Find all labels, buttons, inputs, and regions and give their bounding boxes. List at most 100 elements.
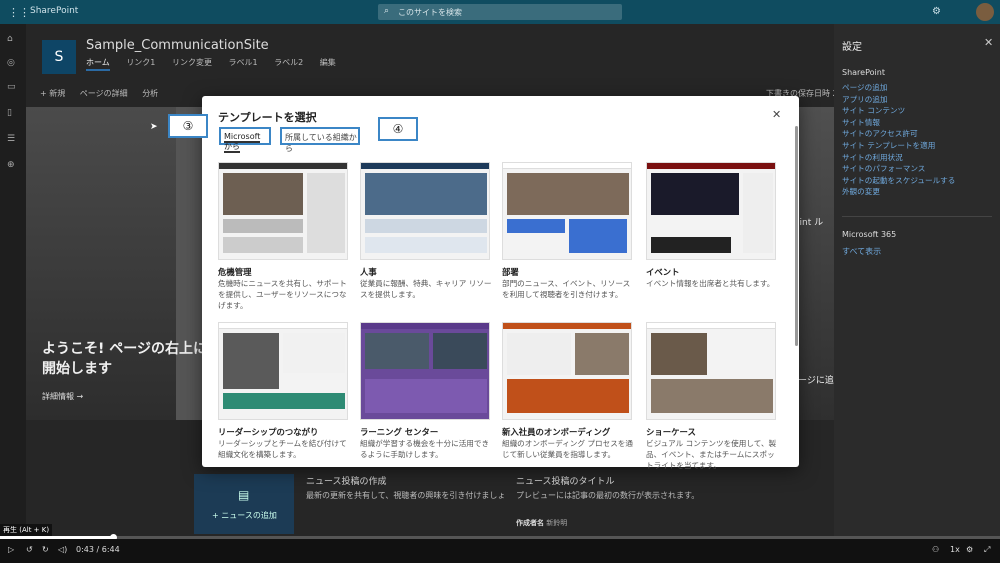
- news-item-title[interactable]: ニュース投稿のタイトル: [516, 474, 615, 487]
- dialog-title: テンプレートを選択: [218, 111, 317, 124]
- speed-label[interactable]: 1x: [950, 545, 960, 554]
- news-item-desc: 最新の更新を共有して、視聴者の興味を引き付けましょ...: [306, 491, 506, 500]
- page-details-button[interactable]: ページの詳細: [80, 89, 128, 98]
- template-thumbnail: [502, 162, 632, 260]
- settings-link[interactable]: 外観の変更: [842, 186, 955, 198]
- add-news-tile[interactable]: ▤ + ニュースの追加: [194, 474, 294, 534]
- tab-label: Microsoft から: [224, 132, 261, 153]
- list-icon[interactable]: ☰: [7, 134, 15, 144]
- template-title: ショーケース: [646, 427, 696, 437]
- template-desc: ビジュアル コンテンツを使用して、製品、イベント、またはチームにスポットライトを…: [646, 439, 777, 470]
- settings-link[interactable]: サイトの利用状況: [842, 152, 955, 164]
- home-icon[interactable]: ⌂: [7, 34, 13, 44]
- template-thumbnail: [218, 162, 348, 260]
- template-thumbnail: [646, 162, 776, 260]
- search-icon: ⌕: [384, 6, 390, 16]
- video-controls: ▷ ↺ ↻ ◁) 0:43 / 6:44 ⚇ 1x ⚙ ⤢: [0, 539, 1000, 563]
- settings-links: ページの追加 アプリの追加 サイト コンテンツ サイト情報 サイトのアクセス許可…: [842, 82, 955, 198]
- template-desc: 従業員に報酬、特典、キャリア リソースを提供します。: [360, 279, 492, 299]
- template-desc: 組織のオンボーディング プロセスを通じて新しい従業員を指導します。: [502, 439, 633, 459]
- template-thumbnail: [502, 322, 632, 420]
- app-launcher-icon[interactable]: ⋮⋮: [8, 6, 30, 19]
- left-rail: ⌂ ◎ ▭ ▯ ☰ ⊕: [0, 24, 26, 539]
- settings-link[interactable]: アプリの追加: [842, 94, 955, 106]
- nav-label2[interactable]: ラベル2: [274, 58, 303, 67]
- captions-icon[interactable]: ⚇: [932, 545, 939, 554]
- rewind-icon[interactable]: ↺: [26, 545, 33, 554]
- site-title[interactable]: Sample_CommunicationSite: [86, 38, 269, 53]
- news-icon: ▤: [238, 488, 250, 502]
- template-desc: イベント情報を出席者と共有します。: [646, 279, 775, 288]
- author-label: 作成者名: [516, 519, 544, 527]
- settings-link[interactable]: サイトのパフォーマンス: [842, 163, 955, 175]
- dialog-scrollbar[interactable]: [795, 126, 798, 346]
- annotation-badge-3: ③: [168, 114, 208, 138]
- template-title: 危機管理: [218, 267, 252, 277]
- settings-link[interactable]: サイト テンプレートを適用: [842, 140, 955, 152]
- forward-icon[interactable]: ↻: [42, 545, 49, 554]
- settings-gear-icon[interactable]: ⚙: [932, 6, 941, 17]
- top-bar: ⋮⋮ SharePoint ⌕ このサイトを検索 ⚙: [0, 0, 1000, 24]
- template-dialog: テンプレートを選択 ✕ Microsoft から 所属している組織から 危機管理…: [202, 96, 799, 470]
- template-title: リーダーシップのつながり: [218, 427, 319, 437]
- news-item-title[interactable]: ニュース投稿の作成: [306, 474, 387, 487]
- analytics-button[interactable]: 分析: [142, 89, 158, 98]
- command-bar: + 新規 ページの詳細 分析: [40, 88, 170, 99]
- nav-label1[interactable]: ラベル1: [229, 58, 258, 67]
- tab-from-organization[interactable]: 所属している組織から: [280, 127, 360, 153]
- nav-link-change[interactable]: リンク変更: [172, 58, 212, 67]
- chat-icon[interactable]: ▭: [7, 82, 16, 92]
- template-thumbnail: [218, 322, 348, 420]
- nav-link1[interactable]: リンク1: [126, 58, 155, 67]
- template-title: 人事: [360, 267, 377, 277]
- settings-section-sharepoint: SharePoint: [842, 68, 885, 77]
- tab-from-microsoft[interactable]: Microsoft から: [219, 127, 271, 153]
- volume-icon[interactable]: ◁): [58, 545, 67, 554]
- add-icon[interactable]: ⊕: [7, 160, 15, 170]
- template-desc: 組織が学習する機会を十分に活用できるように手助けします。: [360, 439, 490, 459]
- fullscreen-icon[interactable]: ⤢: [984, 545, 990, 555]
- new-button[interactable]: + 新規: [40, 89, 65, 98]
- template-title: 部署: [502, 267, 519, 277]
- mouse-cursor-icon: ➤: [150, 122, 158, 132]
- template-thumbnail: [360, 322, 490, 420]
- hero-welcome-text: ようこそ! ページの右上に開始します: [42, 341, 207, 377]
- app-name[interactable]: SharePoint: [30, 6, 78, 16]
- file-icon[interactable]: ▯: [7, 108, 12, 118]
- settings-icon[interactable]: ⚙: [966, 545, 973, 554]
- template-desc: 部門のニュース、イベント、リソースを利用して視聴者を引き付けます。: [502, 279, 631, 299]
- avatar[interactable]: [976, 3, 994, 21]
- nav-home[interactable]: ホーム: [86, 58, 110, 71]
- template-title: ラーニング センター: [360, 427, 439, 437]
- tab-label: 所属している組織から: [285, 133, 357, 153]
- news-author: 作成者名 新鈴明: [516, 518, 567, 528]
- close-icon[interactable]: ✕: [772, 108, 781, 121]
- settings-link[interactable]: サイト コンテンツ: [842, 105, 955, 117]
- template-thumbnail: [360, 162, 490, 260]
- template-desc: 危機時にニュースを共有し、サポートを提供し、ユーザーをリソースにつなげます。: [218, 279, 347, 310]
- news-item-desc: プレビューには記事の最初の数行が表示されます。: [516, 491, 700, 500]
- nav-edit[interactable]: 編集: [320, 58, 336, 67]
- add-news-label: + ニュースの追加: [212, 511, 277, 520]
- settings-link[interactable]: サイトのアクセス許可: [842, 128, 955, 140]
- hero-more-link[interactable]: 詳細情報 →: [42, 391, 83, 402]
- template-title: イベント: [646, 267, 680, 277]
- author-name: 新鈴明: [546, 519, 568, 527]
- template-title: 新入社員のオンボーディング: [502, 427, 611, 437]
- play-tooltip: 再生 (Alt + K): [0, 524, 53, 536]
- search-box[interactable]: ⌕ このサイトを検索: [378, 4, 622, 20]
- close-icon[interactable]: ✕: [984, 36, 993, 49]
- settings-link[interactable]: サイト情報: [842, 117, 955, 129]
- template-thumbnail: [646, 322, 776, 420]
- site-nav: ホーム リンク1 リンク変更 ラベル1 ラベル2 編集: [86, 57, 350, 71]
- search-placeholder: このサイトを検索: [398, 8, 462, 17]
- see-all-link[interactable]: すべて表示: [842, 246, 881, 257]
- play-icon[interactable]: ▷: [8, 545, 14, 554]
- settings-link[interactable]: ページの追加: [842, 82, 955, 94]
- settings-panel: 設定 ✕ SharePoint ページの追加 アプリの追加 サイト コンテンツ …: [834, 24, 1000, 539]
- site-logo: S: [42, 40, 76, 74]
- hero-right-text: ージに追: [798, 376, 834, 386]
- settings-link[interactable]: サイトの起動をスケジュールする: [842, 175, 955, 187]
- settings-section-m365: Microsoft 365: [842, 230, 897, 239]
- globe-icon[interactable]: ◎: [7, 58, 15, 68]
